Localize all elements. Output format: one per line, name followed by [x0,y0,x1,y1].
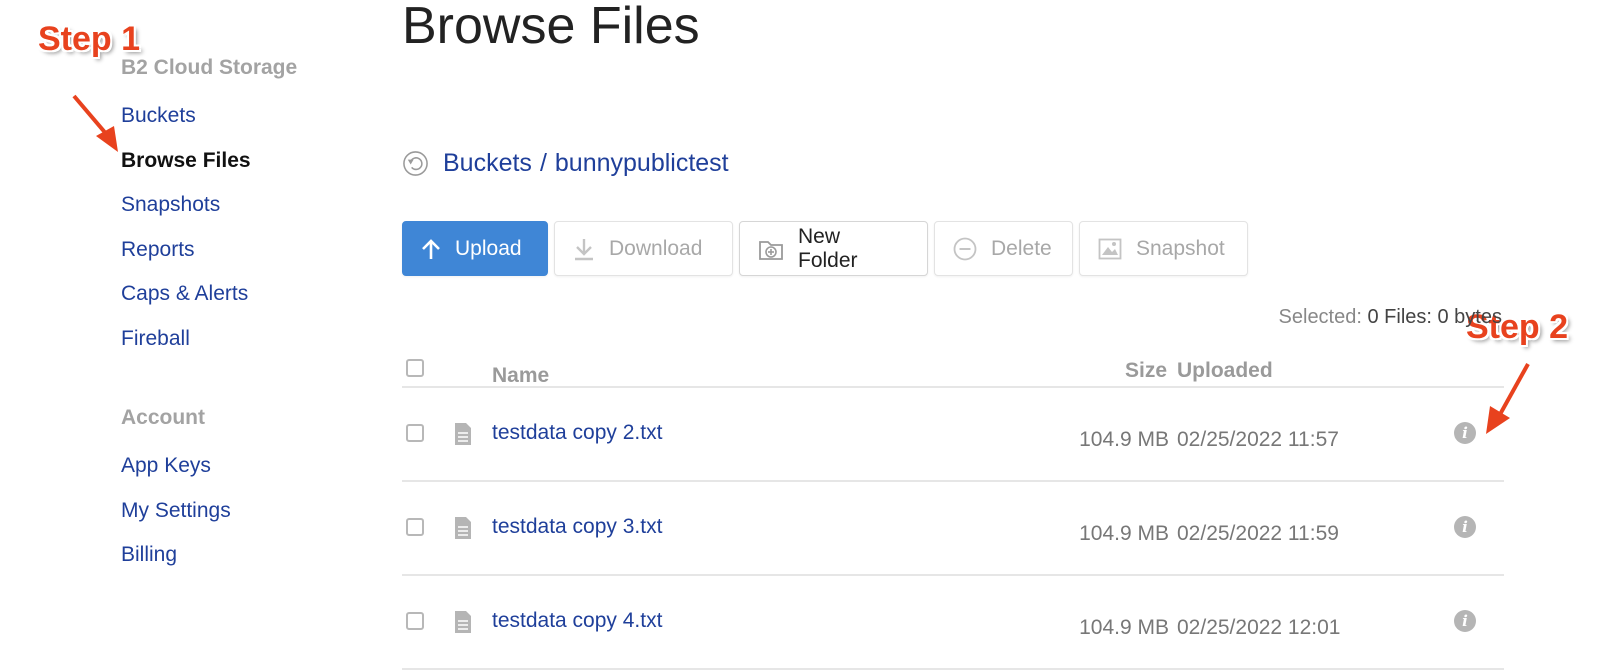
breadcrumb-current-bucket[interactable]: bunnypublictest [555,149,729,178]
minus-circle-icon [953,237,977,261]
sidebar: B2 Cloud Storage Buckets Browse Files Sn… [0,0,360,670]
selected-label: Selected: [1278,306,1362,328]
sidebar-item-buckets[interactable]: Buckets [121,104,196,128]
file-uploaded-date: 02/25/2022 12:01 [1177,616,1341,639]
download-icon [573,237,595,261]
sidebar-item-fireball[interactable]: Fireball [121,327,190,351]
new-folder-icon [758,237,784,261]
table-row[interactable]: testdata copy 4.txt 104.9 MB 02/25/2022 … [402,576,1504,670]
file-size: 104.9 MB [1079,428,1169,451]
breadcrumb-separator: / [539,149,547,177]
section-title-b2-cloud-storage: B2 Cloud Storage [121,56,298,79]
column-name-header[interactable]: Name [492,364,549,388]
step1-annotation: Step 1 [38,20,141,58]
row-checkbox[interactable] [406,518,424,536]
upload-button[interactable]: Upload [402,221,548,276]
row-checkbox[interactable] [406,612,424,630]
sidebar-item-browse-files[interactable]: Browse Files [121,149,251,173]
info-icon[interactable]: i [1454,610,1476,632]
file-name-link[interactable]: testdata copy 4.txt [492,609,662,633]
back-icon[interactable] [402,150,429,177]
breadcrumb-buckets-link[interactable]: Buckets [443,149,532,178]
file-size: 104.9 MB [1079,522,1169,545]
arrow-up-icon [421,238,441,260]
selected-value: 0 Files: 0 bytes [1367,306,1502,328]
snapshot-button[interactable]: Snapshot [1079,221,1248,276]
download-label: Download [609,236,703,260]
download-button[interactable]: Download [554,221,733,276]
file-name-link[interactable]: testdata copy 3.txt [492,515,662,539]
selected-summary: Selected: 0 Files: 0 bytes [1279,306,1502,329]
snapshot-label: Snapshot [1136,236,1225,260]
delete-button[interactable]: Delete [934,221,1073,276]
sidebar-item-app-keys[interactable]: App Keys [121,454,211,478]
breadcrumb: Buckets / bunnypublictest [402,149,729,178]
section-title-account: Account [121,406,205,429]
file-uploaded-date: 02/25/2022 11:59 [1177,522,1339,545]
select-all-checkbox[interactable] [406,359,424,377]
info-icon[interactable]: i [1454,422,1476,444]
delete-label: Delete [991,236,1052,260]
table-header: Name Size Uploaded [402,346,1504,388]
file-icon [455,611,471,633]
image-icon [1098,238,1122,260]
column-size-header[interactable]: Size [1125,359,1167,383]
sidebar-item-reports[interactable]: Reports [121,238,195,262]
step1-arrow-icon [72,94,118,152]
upload-label: Upload [455,236,522,260]
file-uploaded-date: 02/25/2022 11:57 [1177,428,1339,451]
file-icon [455,517,471,539]
column-uploaded-header[interactable]: Uploaded [1177,359,1273,383]
table-row[interactable]: testdata copy 3.txt 104.9 MB 02/25/2022 … [402,482,1504,576]
new-folder-button[interactable]: New Folder [739,221,928,276]
sidebar-item-billing[interactable]: Billing [121,543,177,567]
sidebar-item-snapshots[interactable]: Snapshots [121,193,220,217]
sidebar-item-caps-alerts[interactable]: Caps & Alerts [121,282,248,306]
row-checkbox[interactable] [406,424,424,442]
file-icon [455,423,471,445]
info-icon[interactable]: i [1454,516,1476,538]
file-table: Name Size Uploaded testdata copy 2.txt 1… [402,346,1504,670]
file-name-link[interactable]: testdata copy 2.txt [492,421,662,445]
table-row[interactable]: testdata copy 2.txt 104.9 MB 02/25/2022 … [402,388,1504,482]
new-folder-label: New Folder [798,224,858,272]
file-size: 104.9 MB [1079,616,1169,639]
toolbar: Upload Download New Folder Delete Snapsh… [402,221,1254,276]
sidebar-item-my-settings[interactable]: My Settings [121,499,231,523]
page-title: Browse Files [402,0,700,55]
